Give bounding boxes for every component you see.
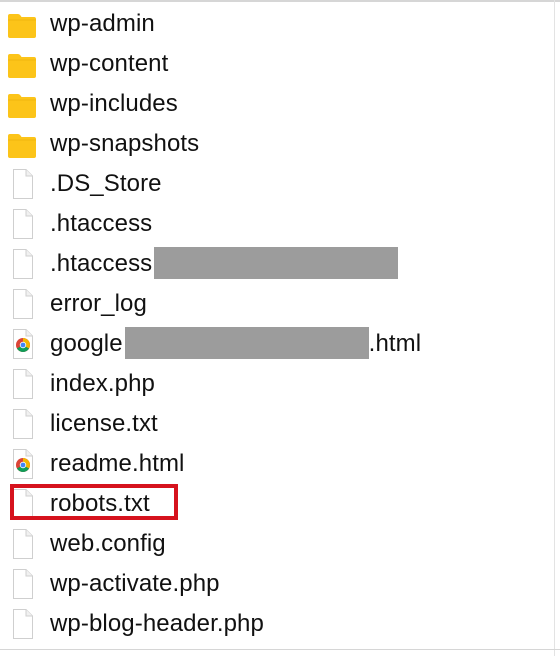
file-row-wp-blog-header-php[interactable]: wp-blog-header.php (0, 604, 554, 644)
file-row-readme-html[interactable]: readme.html (0, 444, 554, 484)
file-name: license.txt (50, 410, 158, 437)
right-border (554, 0, 555, 656)
document-icon (13, 569, 33, 599)
file-name-suffix: .html (368, 330, 422, 357)
document-icon (13, 609, 33, 639)
file-name: wp-content (50, 50, 169, 77)
file-name: readme.html (50, 450, 185, 477)
file-row-wp-snapshots[interactable]: wp-snapshots (0, 124, 554, 164)
document-icon (13, 289, 33, 319)
file-name: wp-admin (50, 10, 155, 37)
file-row-htaccess[interactable]: .htaccess (0, 204, 554, 244)
file-name: index.php (50, 370, 155, 397)
document-icon (13, 209, 33, 239)
file-row-error-log[interactable]: error_log (0, 284, 554, 324)
file-name: robots.txt (50, 490, 150, 517)
chrome-html-icon (13, 449, 33, 479)
file-row-google-verification[interactable]: google .html (0, 324, 554, 364)
file-name: .htaccess (50, 250, 153, 277)
file-name-container: google .html (50, 324, 421, 364)
folder-icon (8, 14, 36, 38)
file-row-index-php[interactable]: index.php (0, 364, 554, 404)
folder-icon (8, 134, 36, 158)
file-row-wp-includes[interactable]: wp-includes (0, 84, 554, 124)
file-name: .htaccess (50, 210, 153, 237)
document-icon (13, 489, 33, 519)
document-icon (13, 409, 33, 439)
file-row-robots-txt[interactable]: robots.txt (0, 484, 554, 524)
folder-icon (8, 54, 36, 78)
file-list: wp-admin wp-content wp-includes wp-snaps… (0, 4, 554, 644)
top-border (0, 0, 560, 2)
file-row-web-config[interactable]: web.config (0, 524, 554, 564)
folder-icon (8, 94, 36, 118)
file-name: wp-snapshots (50, 130, 200, 157)
document-icon (13, 169, 33, 199)
file-name: .DS_Store (50, 170, 162, 197)
file-row-htaccess-redacted[interactable]: .htaccess (0, 244, 554, 284)
file-name: error_log (50, 290, 147, 317)
file-name-container: .htaccess (50, 244, 399, 284)
redaction-block (154, 247, 399, 280)
file-name: wp-includes (50, 90, 178, 117)
file-row-wp-activate-php[interactable]: wp-activate.php (0, 564, 554, 604)
chrome-html-icon (13, 329, 33, 359)
file-name: web.config (50, 530, 166, 557)
file-name: wp-activate.php (50, 570, 220, 597)
document-icon (13, 529, 33, 559)
document-icon (13, 249, 33, 279)
file-row-ds-store[interactable]: .DS_Store (0, 164, 554, 204)
bottom-border (0, 649, 560, 650)
file-row-wp-admin[interactable]: wp-admin (0, 4, 554, 44)
document-icon (13, 369, 33, 399)
file-name: wp-blog-header.php (50, 610, 264, 637)
file-row-wp-content[interactable]: wp-content (0, 44, 554, 84)
file-name-prefix: google (50, 330, 123, 357)
file-row-license-txt[interactable]: license.txt (0, 404, 554, 444)
redaction-block (124, 327, 369, 360)
